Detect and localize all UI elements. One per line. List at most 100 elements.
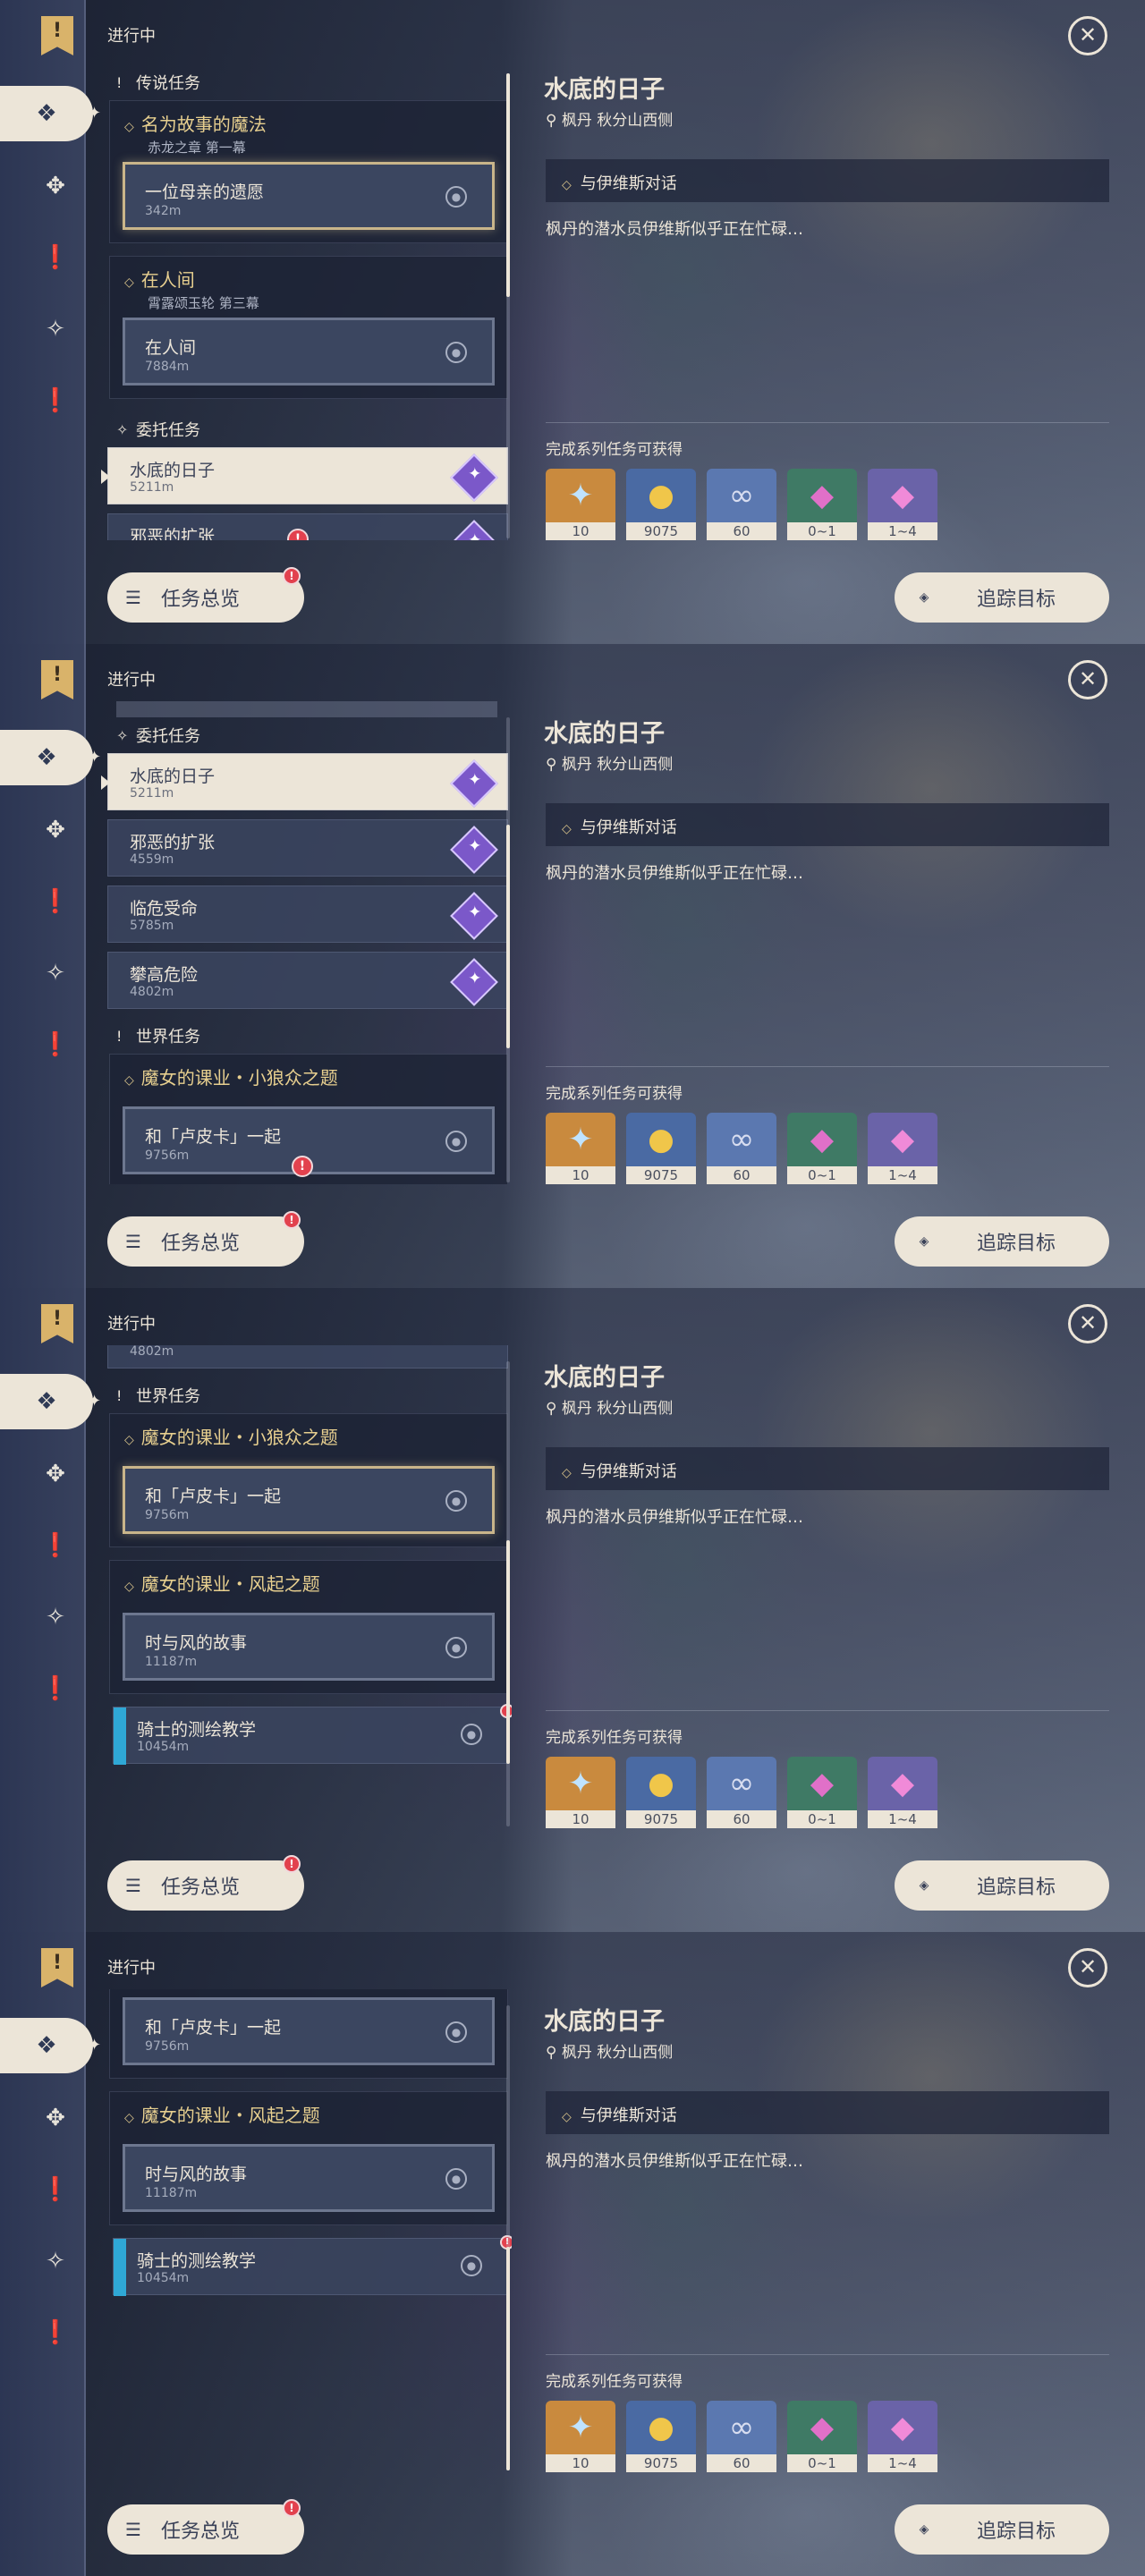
scroll-thumb[interactable] <box>506 2247 510 2470</box>
map-pin-icon[interactable]: ● <box>461 2255 482 2276</box>
chain-header[interactable]: ◇ 魔女的课业・风起之题 <box>110 2092 507 2135</box>
quest-item[interactable]: 时与风的故事 11187m ● <box>123 2144 495 2212</box>
scrollbar[interactable] <box>506 2005 510 2470</box>
commission-item[interactable]: 水底的日子 5211m <box>101 447 508 504</box>
quest-list[interactable]: ! 传说任务 ◇ 名为故事的魔法 赤龙之章 第一幕 一位母亲的遗愿 342m ● ◇… <box>100 57 512 540</box>
alert-tab-icon[interactable]: ❗ <box>30 2165 81 2215</box>
quest-list[interactable]: ◇ 魔女的课业・小狼众之题 和「卢皮卡」一起 9756m ● ◇ 魔女的课业・风起之… <box>100 1989 512 2472</box>
chain-header[interactable]: ◇ 魔女的课业・小狼众之题 <box>110 1414 507 1457</box>
quest-tab-icon[interactable]: ❖ <box>0 1374 93 1429</box>
track-target-button[interactable]: ◈ 追踪目标 <box>895 2504 1109 2555</box>
reward-crystal[interactable]: ◆ 0~1 <box>787 1113 857 1184</box>
chain-header[interactable]: ◇ 魔女的课业・小狼众之题 <box>110 1055 507 1097</box>
quest-item[interactable]: 和「卢皮卡」一起 9756m ● <box>123 1466 495 1534</box>
reward-mora[interactable]: ● 9075 <box>626 469 696 540</box>
quest-list[interactable]: ✧ 委托任务 水底的日子 5211m 邪恶的扩张 4559m 临危受命 5785m… <box>100 701 512 1184</box>
quest-chain[interactable]: ◇ 名为故事的魔法 赤龙之章 第一幕 一位母亲的遗愿 342m ● <box>109 100 508 243</box>
archon-tab-icon[interactable]: ✥ <box>30 805 81 855</box>
close-button[interactable]: ✕ <box>1068 16 1107 55</box>
alert-tab-icon[interactable]: ❗ <box>30 1521 81 1571</box>
chain-header[interactable]: ◇ 在人间 霄露颂玉轮 第三幕 <box>110 257 507 314</box>
quest-chain[interactable]: ◇ 魔女的课业・风起之题 时与风的故事 11187m ● <box>109 1560 508 1694</box>
reward-mora[interactable]: ● 9075 <box>626 1113 696 1184</box>
track-target-button[interactable]: ◈ 追踪目标 <box>895 1216 1109 1267</box>
quest-overview-button[interactable]: ☰ 任务总览 ! <box>107 1855 304 1911</box>
scroll-thumb[interactable] <box>506 73 510 297</box>
reward-exp[interactable]: ∞ 60 <box>707 469 776 540</box>
daily-quest-item[interactable]: 骑士的测绘教学 10454m ● ! <box>113 2235 512 2296</box>
reward-crystal[interactable]: ◆ 0~1 <box>787 1757 857 1828</box>
close-button[interactable]: ✕ <box>1068 1304 1107 1343</box>
reward-crystal-chunk[interactable]: ◆ 1~4 <box>868 469 937 540</box>
map-pin-icon[interactable]: ● <box>445 2021 467 2043</box>
commission-item[interactable]: 邪恶的扩张 4559m <box>107 819 508 877</box>
alert-tab-icon-2[interactable]: ❗ <box>30 2308 81 2358</box>
reward-primogem[interactable]: ✦ 10 <box>546 1113 615 1184</box>
map-pin-icon[interactable]: ● <box>445 1637 467 1658</box>
chain-header[interactable]: ◇ 魔女的课业・小狼众之题 <box>110 1989 507 1992</box>
reward-crystal[interactable]: ◆ 0~1 <box>787 2401 857 2472</box>
quest-tab-icon[interactable]: ❖ <box>0 86 93 141</box>
quest-tab-icon[interactable]: ❖ <box>0 730 93 785</box>
chain-header[interactable]: ◇ 名为故事的魔法 赤龙之章 第一幕 <box>110 101 507 158</box>
map-pin-icon[interactable]: ● <box>445 186 467 208</box>
scrollbar[interactable] <box>506 1361 510 1826</box>
quest-item[interactable]: 一位母亲的遗愿 342m ● <box>123 162 495 230</box>
commission-item[interactable]: 邪恶的扩张 4559m ! <box>107 513 508 540</box>
map-pin-icon[interactable]: ● <box>445 1490 467 1512</box>
scrollbar[interactable] <box>506 73 510 538</box>
quest-tab-icon[interactable]: ❖ <box>0 2018 93 2073</box>
reward-exp[interactable]: ∞ 60 <box>707 1757 776 1828</box>
archon-tab-icon[interactable]: ✥ <box>30 2093 81 2143</box>
close-button[interactable]: ✕ <box>1068 660 1107 699</box>
quest-overview-button[interactable]: ☰ 任务总览 ! <box>107 2499 304 2555</box>
reward-mora[interactable]: ● 9075 <box>626 1757 696 1828</box>
commission-item[interactable]: 水底的日子 5211m <box>101 753 508 810</box>
daily-quest-item[interactable]: 骑士的测绘教学 10454m ● ! <box>113 1704 512 1765</box>
quest-chain[interactable]: ◇ 魔女的课业・小狼众之题 和「卢皮卡」一起 9756m ● <box>109 1989 508 2079</box>
reward-primogem[interactable]: ✦ 10 <box>546 1757 615 1828</box>
quest-item[interactable]: 时与风的故事 11187m ● <box>123 1613 495 1681</box>
quest-item[interactable]: 在人间 7884m ● <box>123 318 495 386</box>
scroll-thumb[interactable] <box>506 825 510 1048</box>
map-pin-icon[interactable]: ● <box>445 1131 467 1152</box>
quest-chain[interactable]: ◇ 魔女的课业・小狼众之题 和「卢皮卡」一起 9756m ● ! <box>109 1054 508 1184</box>
compass-tab-icon[interactable]: ✧ <box>30 948 81 998</box>
compass-tab-icon[interactable]: ✧ <box>30 2236 81 2286</box>
commission-item[interactable]: 临危受命 5785m <box>107 886 508 943</box>
commission-item[interactable]: 攀高危险 4802m <box>107 952 508 1009</box>
track-target-button[interactable]: ◈ 追踪目标 <box>895 572 1109 623</box>
alert-tab-icon-2[interactable]: ❗ <box>30 376 81 426</box>
close-button[interactable]: ✕ <box>1068 1948 1107 1987</box>
reward-exp[interactable]: ∞ 60 <box>707 2401 776 2472</box>
alert-tab-icon-2[interactable]: ❗ <box>30 1020 81 1070</box>
reward-primogem[interactable]: ✦ 10 <box>546 2401 615 2472</box>
alert-tab-icon[interactable]: ❗ <box>30 877 81 927</box>
archon-tab-icon[interactable]: ✥ <box>30 161 81 211</box>
quest-overview-button[interactable]: ☰ 任务总览 ! <box>107 1211 304 1267</box>
compass-tab-icon[interactable]: ✧ <box>30 304 81 354</box>
quest-chain[interactable]: ◇ 魔女的课业・风起之题 时与风的故事 11187m ● <box>109 2091 508 2225</box>
alert-tab-icon[interactable]: ❗ <box>30 233 81 283</box>
map-pin-icon[interactable]: ● <box>461 1724 482 1745</box>
reward-crystal-chunk[interactable]: ◆ 1~4 <box>868 1113 937 1184</box>
chain-header[interactable]: ◇ 魔女的课业・风起之题 <box>110 1561 507 1604</box>
quest-list[interactable]: 4802m ! 世界任务 ◇ 魔女的课业・小狼众之题 和「卢皮卡」一起 9756m … <box>100 1345 512 1828</box>
scrollbar[interactable] <box>506 717 510 1182</box>
quest-chain[interactable]: ◇ 魔女的课业・小狼众之题 和「卢皮卡」一起 9756m ● <box>109 1413 508 1547</box>
quest-item[interactable]: 和「卢皮卡」一起 9756m ● ! <box>123 1106 495 1177</box>
quest-chain[interactable]: ◇ 在人间 霄露颂玉轮 第三幕 在人间 7884m ● <box>109 256 508 399</box>
map-pin-icon[interactable]: ● <box>445 342 467 363</box>
archon-tab-icon[interactable]: ✥ <box>30 1449 81 1499</box>
reward-crystal-chunk[interactable]: ◆ 1~4 <box>868 1757 937 1828</box>
track-target-button[interactable]: ◈ 追踪目标 <box>895 1860 1109 1911</box>
reward-mora[interactable]: ● 9075 <box>626 2401 696 2472</box>
commission-item[interactable]: 4802m <box>107 1345 508 1368</box>
reward-crystal-chunk[interactable]: ◆ 1~4 <box>868 2401 937 2472</box>
reward-exp[interactable]: ∞ 60 <box>707 1113 776 1184</box>
map-pin-icon[interactable]: ● <box>445 2168 467 2190</box>
alert-tab-icon-2[interactable]: ❗ <box>30 1664 81 1714</box>
reward-primogem[interactable]: ✦ 10 <box>546 469 615 540</box>
quest-item[interactable]: 和「卢皮卡」一起 9756m ● <box>123 1997 495 2065</box>
quest-overview-button[interactable]: ☰ 任务总览 ! <box>107 567 304 623</box>
